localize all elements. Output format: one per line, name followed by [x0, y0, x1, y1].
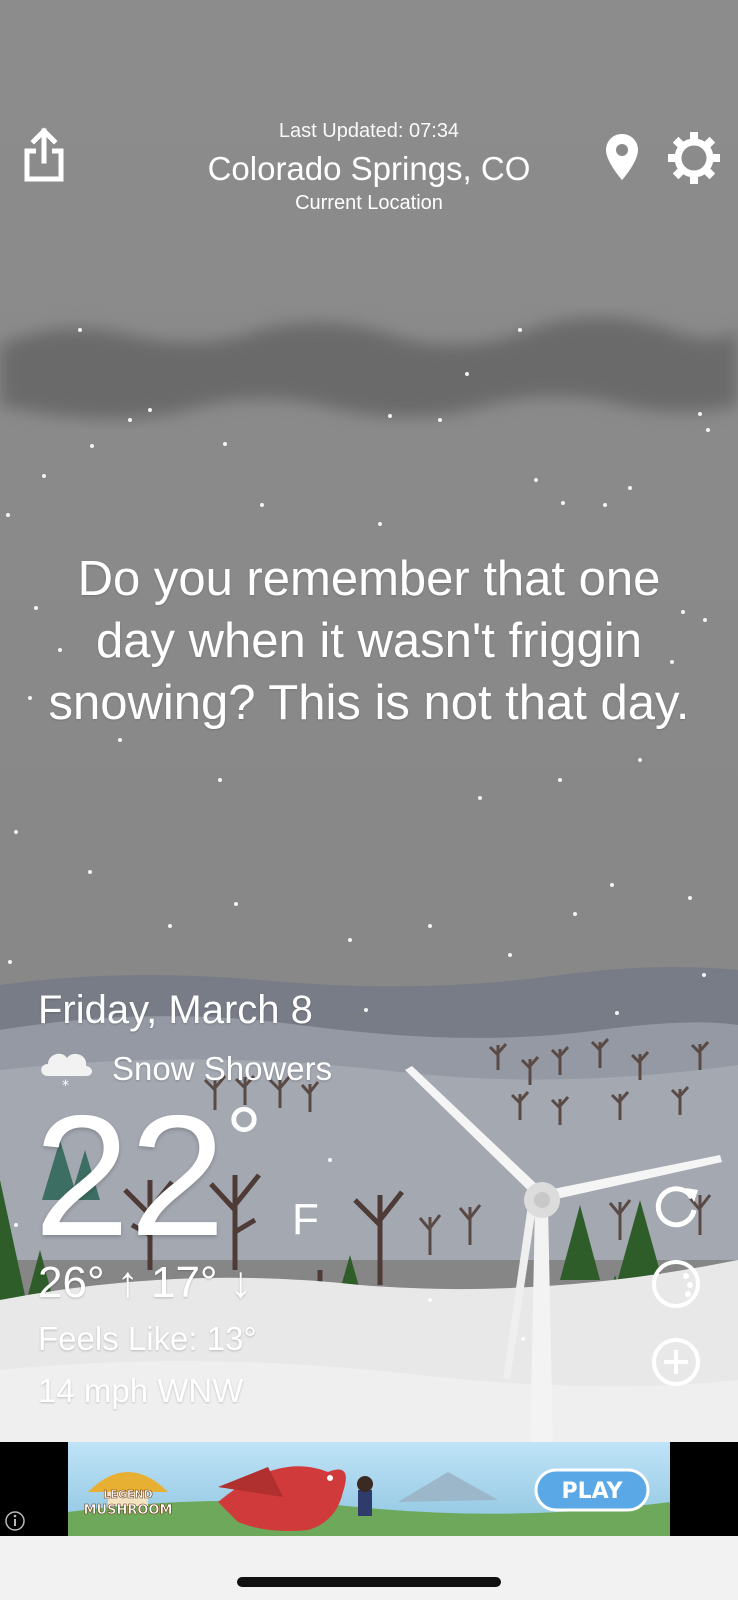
high-low-temperature: 26° ↑ 17° ↓ — [38, 1258, 252, 1307]
location-pin-icon — [606, 134, 638, 180]
current-temperature: 22 — [34, 1080, 226, 1272]
theme-toggle-icon — [652, 1260, 700, 1308]
forecast-date: Friday, March 8 — [38, 988, 313, 1032]
bottom-safe-area — [0, 1536, 738, 1600]
temperature-degree-symbol: ° — [226, 1090, 262, 1190]
weather-message: Do you remember that one day when it was… — [48, 552, 690, 730]
refresh-button[interactable] — [650, 1180, 702, 1232]
info-icon[interactable] — [4, 1510, 26, 1532]
temperature-unit[interactable]: F — [292, 1195, 319, 1245]
ad-logo-text-top: LEGEND — [103, 1488, 152, 1501]
settings-button[interactable] — [666, 130, 722, 186]
feels-like-temperature: Feels Like: 13° — [38, 1320, 257, 1357]
ad-image[interactable]: LEGEND MUSHROOM PLAY — [68, 1442, 670, 1536]
ad-play-button[interactable]: PLAY — [562, 1479, 624, 1504]
refresh-icon — [655, 1186, 698, 1228]
add-location-button[interactable] — [650, 1336, 702, 1388]
ad-banner[interactable]: LEGEND MUSHROOM PLAY — [0, 1442, 738, 1536]
weather-scene-background — [0, 0, 738, 1600]
location-button[interactable] — [600, 130, 644, 184]
home-indicator[interactable] — [237, 1577, 501, 1587]
add-icon — [652, 1338, 700, 1386]
ad-logo-text-bottom: MUSHROOM — [84, 1503, 173, 1518]
location-subtitle: Current Location — [295, 192, 443, 214]
gear-icon — [668, 132, 720, 184]
theme-toggle-button[interactable] — [650, 1258, 702, 1310]
wind-speed: 14 mph WNW — [38, 1372, 244, 1409]
